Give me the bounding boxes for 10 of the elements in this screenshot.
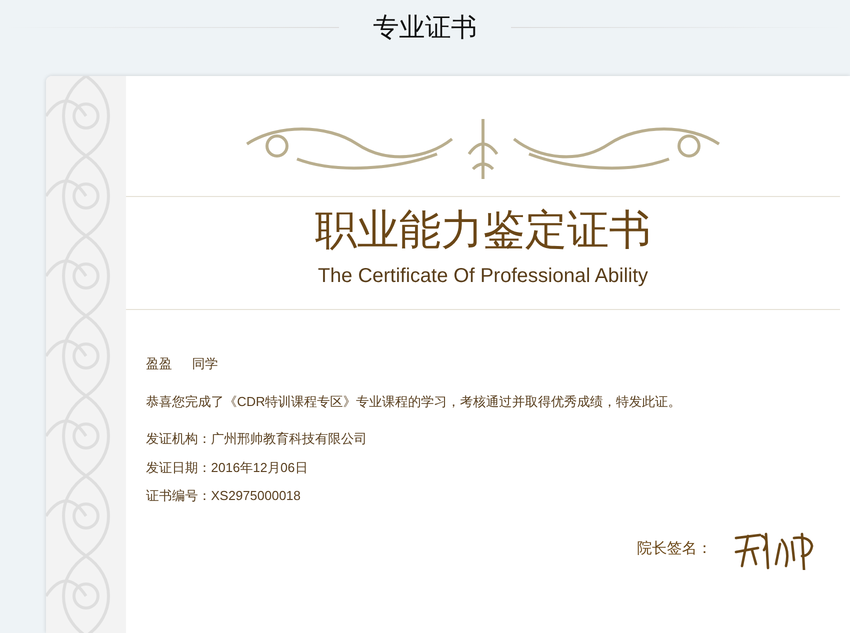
congratulation-message: 恭喜您完成了《CDR特训课程专区》专业课程的学习，考核通过并取得优秀成绩，特发此证。 bbox=[146, 392, 682, 410]
certificate-subtitle: The Certificate Of Professional Ability bbox=[316, 264, 650, 289]
page-title: 专业证书 bbox=[372, 14, 478, 40]
certificate-detail: 证书编号：XS2975000018 bbox=[146, 487, 302, 505]
certificate-detail: 发证机构：广州邢帅教育科技有限公司 bbox=[146, 430, 368, 448]
recipient-name: 盈盈 bbox=[146, 355, 172, 373]
signature-label: 院长签名： bbox=[637, 539, 712, 560]
certificate-detail: 发证日期：2016年12月06日 bbox=[146, 458, 309, 476]
certificate-title: 职业能力鉴定证书 bbox=[314, 209, 652, 251]
recipient-title: 同学 bbox=[192, 355, 218, 373]
